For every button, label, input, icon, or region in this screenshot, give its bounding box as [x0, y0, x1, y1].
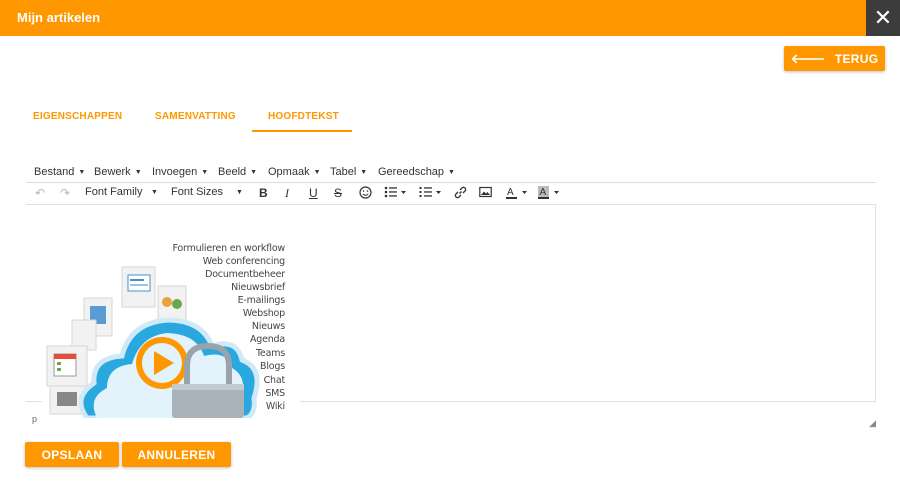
menu-invoegen[interactable]: Invoegen ▼: [152, 166, 208, 178]
italic-icon[interactable]: I: [285, 186, 289, 201]
feature-label: Blogs: [260, 361, 285, 372]
menu-beeld[interactable]: Beeld ▼: [218, 166, 257, 178]
menu-gereedschap[interactable]: Gereedschap ▼: [378, 166, 455, 178]
caret-down-icon: ▼: [448, 169, 455, 176]
menu-opmaak[interactable]: Opmaak ▼: [268, 166, 321, 178]
save-button[interactable]: OPSLAAN: [25, 442, 119, 467]
content-illustration: Formulieren en workflow Web conferencing…: [42, 238, 300, 418]
feature-label: E-mailings: [237, 295, 286, 306]
font-sizes-caret-icon[interactable]: ▼: [236, 186, 243, 198]
menu-tabel[interactable]: Tabel ▼: [330, 166, 367, 178]
svg-text:A: A: [540, 187, 547, 198]
caret-down-icon: ▼: [313, 169, 321, 176]
link-icon[interactable]: [454, 186, 467, 202]
font-family-select[interactable]: Font Family: [85, 186, 142, 198]
close-icon[interactable]: ✕: [866, 0, 900, 36]
menu-bestand[interactable]: Bestand ▼: [34, 166, 85, 178]
arrow-left-icon: 🡐: [790, 50, 826, 66]
numbered-list-icon[interactable]: [419, 186, 443, 201]
title-bar: Mijn artikelen ✕: [0, 0, 900, 36]
font-family-caret-icon[interactable]: ▼: [151, 186, 158, 198]
feature-label: Nieuws: [251, 321, 285, 332]
feature-label: Teams: [255, 348, 285, 359]
feature-label: SMS: [265, 388, 285, 399]
resize-handle-icon[interactable]: ◢: [869, 418, 876, 429]
cancel-button[interactable]: ANNULEREN: [122, 442, 231, 467]
emoticon-icon[interactable]: [359, 186, 372, 202]
undo-icon[interactable]: ↶: [35, 186, 45, 200]
feature-label: Documentbeheer: [205, 269, 285, 280]
caret-down-icon: ▼: [134, 169, 142, 176]
feature-label: Wiki: [265, 401, 285, 412]
tab-eigenschappen[interactable]: EIGENSCHAPPEN: [33, 111, 122, 122]
feature-label: Webshop: [242, 308, 285, 319]
element-path: p: [32, 414, 38, 424]
text-color-icon[interactable]: A: [506, 186, 532, 202]
bullet-list-icon[interactable]: [384, 186, 408, 201]
caret-down-icon: ▼: [250, 169, 258, 176]
caret-down-icon: ▼: [201, 169, 209, 176]
menu-bewerk[interactable]: Bewerk ▼: [94, 166, 142, 178]
feature-label: Chat: [263, 375, 286, 386]
svg-text:A: A: [507, 187, 514, 198]
tab-samenvatting[interactable]: SAMENVATTING: [155, 111, 236, 122]
back-button[interactable]: 🡐 TERUG: [784, 46, 885, 71]
tab-hoofdtekst[interactable]: HOOFDTEKST: [268, 111, 339, 122]
font-sizes-select[interactable]: Font Sizes: [171, 186, 223, 198]
back-button-label: TERUG: [834, 51, 879, 66]
window-title: Mijn artikelen: [17, 10, 101, 25]
feature-label: Formulieren en workflow: [172, 243, 286, 254]
background-color-icon[interactable]: A: [538, 186, 564, 202]
strikethrough-icon[interactable]: S: [334, 186, 342, 200]
caret-down-icon: ▼: [78, 169, 86, 176]
bold-icon[interactable]: B: [259, 186, 268, 200]
feature-label: Nieuwsbrief: [231, 282, 285, 293]
editor-toolbar: ↶ ↷ Font Family ▼ Font Sizes ▼ B I U S A…: [26, 184, 876, 204]
active-tab-indicator: [252, 130, 352, 132]
editor-menubar: Bestand ▼ Bewerk ▼ Invoegen ▼ Beeld ▼ Opmaak…: [26, 165, 876, 183]
caret-down-icon: ▼: [360, 169, 368, 176]
redo-icon[interactable]: ↷: [60, 186, 70, 200]
feature-label: Agenda: [249, 334, 285, 345]
underline-icon[interactable]: U: [309, 186, 318, 200]
image-icon[interactable]: [479, 186, 492, 201]
feature-label: Web conferencing: [202, 256, 285, 267]
